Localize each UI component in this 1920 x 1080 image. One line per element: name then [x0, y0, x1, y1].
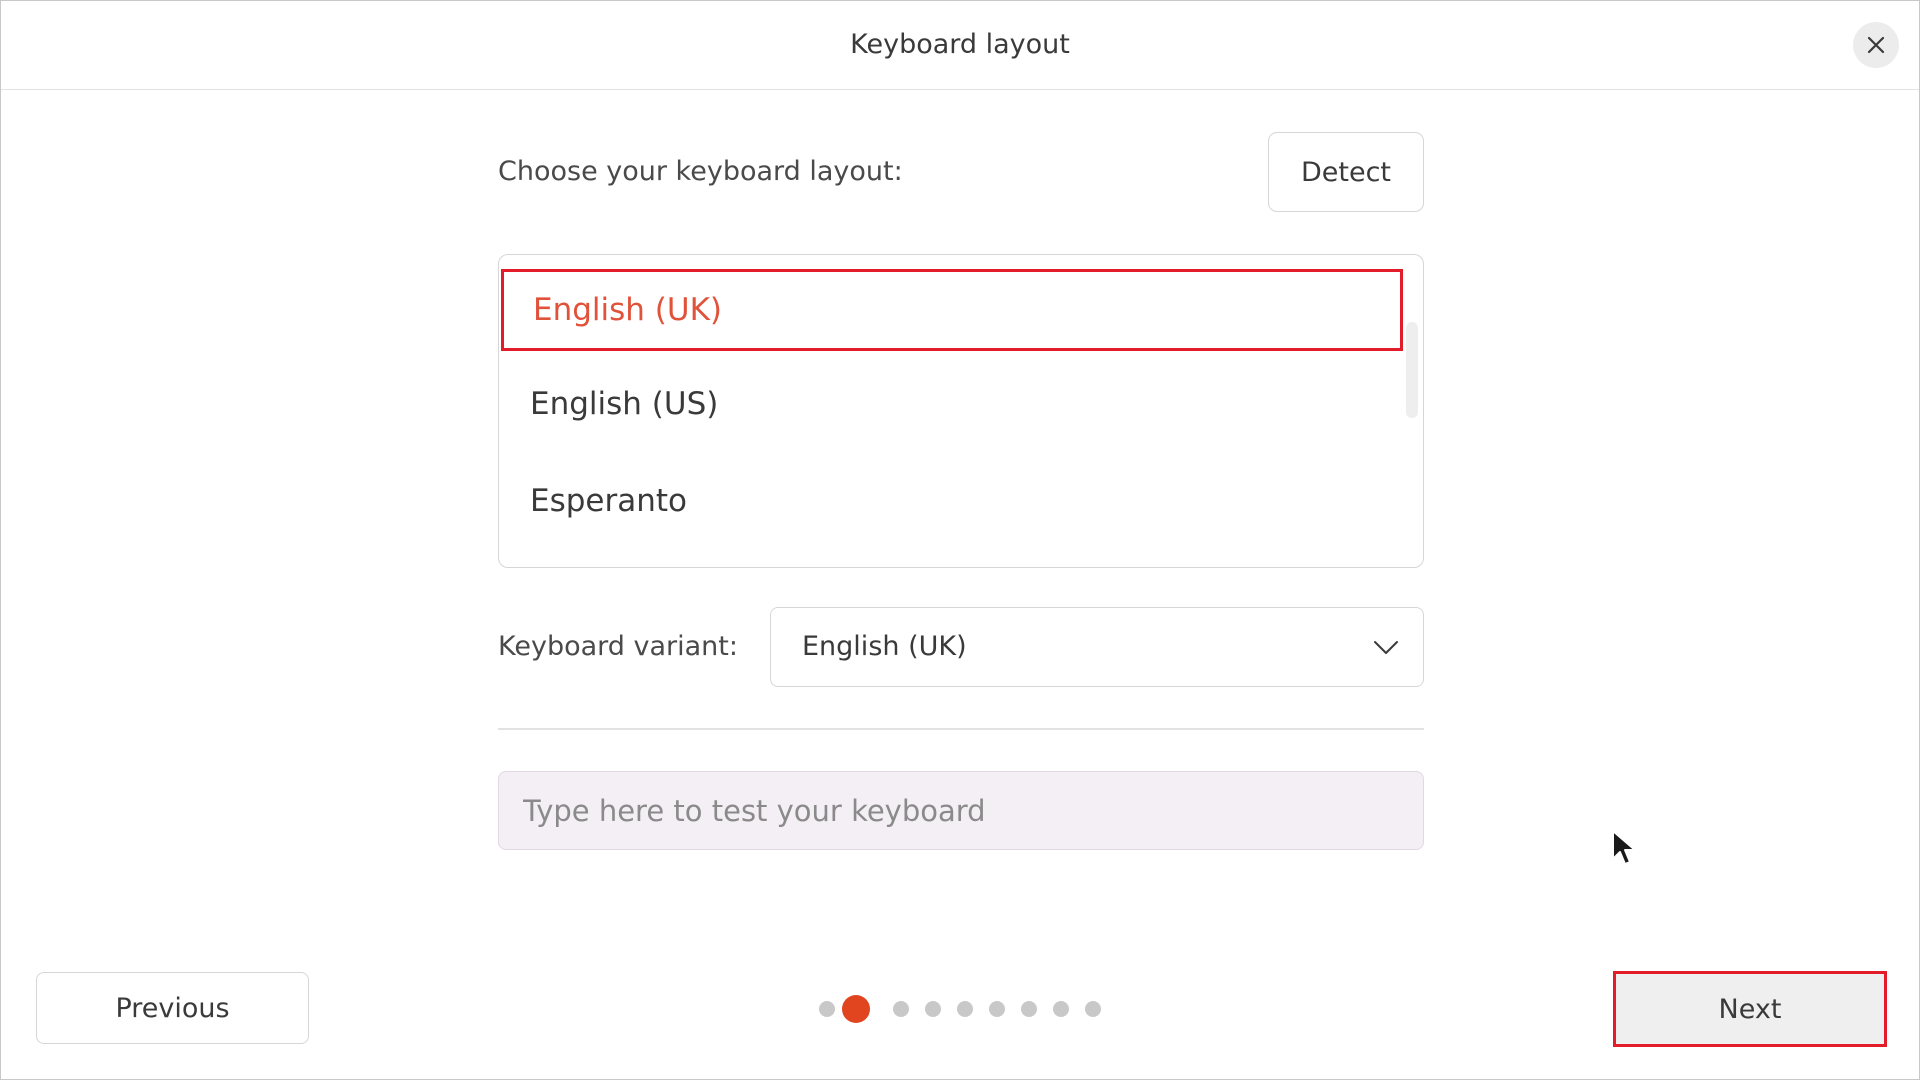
- keyboard-test-input[interactable]: [498, 771, 1424, 850]
- window-title: Keyboard layout: [850, 29, 1070, 60]
- step-dot: [925, 1001, 941, 1017]
- mouse-pointer-icon: [1612, 830, 1636, 865]
- keyboard-variant-row: Keyboard variant: English (UK): [498, 607, 1424, 687]
- layout-item-english-uk[interactable]: English (UK): [501, 269, 1403, 351]
- step-dot: [1085, 1001, 1101, 1017]
- keyboard-variant-value: English (UK): [802, 631, 967, 662]
- keyboard-variant-dropdown[interactable]: English (UK): [770, 607, 1424, 687]
- step-dot: [819, 1001, 835, 1017]
- step-dot: [989, 1001, 1005, 1017]
- step-dot-active: [842, 995, 870, 1023]
- close-button[interactable]: [1853, 22, 1899, 68]
- keyboard-variant-label: Keyboard variant:: [498, 631, 738, 662]
- close-icon: [1867, 36, 1885, 54]
- next-button[interactable]: Next: [1613, 971, 1887, 1047]
- choose-layout-label: Choose your keyboard layout:: [498, 156, 903, 187]
- step-dot: [957, 1001, 973, 1017]
- installer-window: Keyboard layout Choose your keyboard lay…: [0, 0, 1920, 1080]
- choose-layout-row: Choose your keyboard layout: Detect: [498, 132, 1424, 212]
- step-dot: [1053, 1001, 1069, 1017]
- step-dot: [1021, 1001, 1037, 1017]
- layout-item-esperanto[interactable]: Esperanto: [499, 461, 1399, 541]
- divider: [498, 728, 1424, 730]
- detect-button[interactable]: Detect: [1268, 132, 1424, 212]
- title-bar: Keyboard layout: [1, 1, 1919, 90]
- keyboard-layout-list[interactable]: English (UK) English (US) Esperanto: [498, 254, 1424, 568]
- chevron-down-icon: [1374, 641, 1398, 654]
- layout-list-scrollbar[interactable]: [1406, 322, 1418, 418]
- previous-button[interactable]: Previous: [36, 972, 309, 1044]
- step-dot: [893, 1001, 909, 1017]
- step-indicator: [819, 995, 1109, 1023]
- layout-item-english-us[interactable]: English (US): [499, 364, 1399, 444]
